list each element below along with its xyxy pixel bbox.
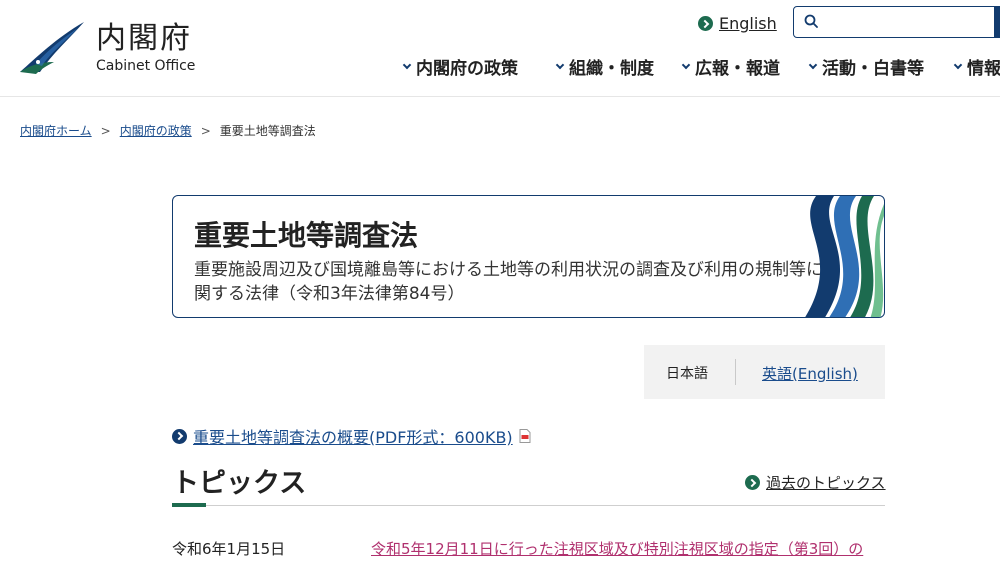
- overview-pdf-label: 重要土地等調査法の概要(PDF形式：600KB): [193, 428, 513, 447]
- nav-item-information[interactable]: 情報: [953, 54, 1000, 79]
- nav-item-label: 活動・白書等: [822, 59, 924, 79]
- language-switcher: 日本語 英語(English): [644, 345, 885, 399]
- chevron-down-icon: [555, 60, 565, 69]
- breadcrumb: 内閣府ホーム > 内閣府の政策 > 重要土地等調査法: [20, 122, 316, 139]
- chevron-down-icon: [681, 60, 691, 69]
- decorative-wave-graphic: [805, 196, 884, 317]
- pdf-file-icon: [519, 429, 531, 443]
- arrow-circle-icon: [172, 428, 187, 444]
- breadcrumb-current: 重要土地等調査法: [219, 124, 316, 138]
- nav-item-label: 組織・制度: [569, 59, 654, 79]
- breadcrumb-separator: >: [200, 123, 211, 138]
- site-header: 内閣府 Cabinet Office English 内閣府の政策 組織・制度 …: [0, 0, 1000, 97]
- english-link-label: English: [719, 14, 777, 33]
- breadcrumb-home-link[interactable]: 内閣府ホーム: [20, 122, 92, 139]
- chevron-down-icon: [402, 60, 412, 69]
- page-title-card: 重要土地等調査法 重要施設周辺及び国境離島等における土地等の利用状況の調査及び利…: [172, 195, 885, 318]
- breadcrumb-separator: >: [100, 123, 111, 138]
- breadcrumb-policies-link[interactable]: 内閣府の政策: [120, 122, 192, 139]
- language-english-link[interactable]: 英語(English): [762, 363, 858, 384]
- page-title: 重要土地等調査法: [194, 219, 419, 252]
- chevron-down-icon: [808, 60, 818, 69]
- chevron-down-icon: [953, 60, 963, 69]
- search-submit-button[interactable]: [994, 6, 1000, 38]
- nav-item-label: 広報・報道: [695, 59, 780, 79]
- arrow-circle-icon: [698, 16, 713, 31]
- page-subtitle: 重要施設周辺及び国境離島等における土地等の利用状況の調査及び利用の規制等に関する…: [194, 260, 823, 304]
- search-icon: [804, 14, 818, 28]
- search-input[interactable]: [828, 11, 988, 33]
- topics-accent-bar: [172, 503, 206, 507]
- search-box: [793, 6, 1000, 38]
- global-nav: 内閣府の政策 組織・制度 広報・報道 活動・白書等 情報: [0, 54, 1000, 80]
- nav-item-press[interactable]: 広報・報道: [681, 54, 780, 79]
- past-topics-link[interactable]: 過去のトピックス: [745, 472, 886, 493]
- language-japanese-current: 日本語: [666, 366, 708, 382]
- topic-link[interactable]: 令和5年12月11日に行った注視区域及び特別注視区域の指定（第3回）の: [371, 538, 863, 559]
- nav-item-organization[interactable]: 組織・制度: [555, 54, 654, 79]
- arrow-circle-icon: [745, 475, 760, 490]
- topics-divider: [172, 505, 885, 506]
- nav-item-label: 情報: [967, 59, 1000, 79]
- nav-item-policies[interactable]: 内閣府の政策: [402, 54, 518, 79]
- nav-item-label: 内閣府の政策: [416, 59, 518, 79]
- overview-pdf-link[interactable]: 重要土地等調査法の概要(PDF形式：600KB): [172, 424, 531, 448]
- past-topics-label: 過去のトピックス: [766, 474, 886, 492]
- logo-japanese-text: 内閣府: [96, 21, 192, 56]
- nav-item-activities[interactable]: 活動・白書等: [808, 54, 924, 79]
- english-site-link[interactable]: English: [698, 14, 777, 33]
- topic-date: 令和6年1月15日: [172, 540, 286, 558]
- topics-heading: トピックス: [172, 468, 307, 499]
- language-divider: [735, 359, 736, 385]
